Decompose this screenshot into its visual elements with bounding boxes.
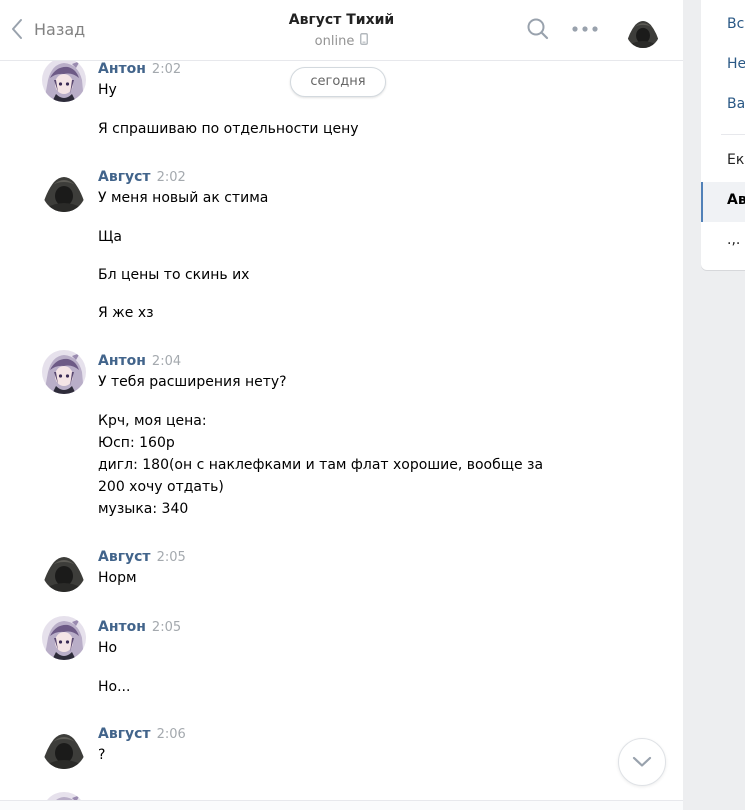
status-text: online <box>314 34 355 49</box>
message-header: Антон 2:04 <box>98 352 181 371</box>
chevron-down-icon <box>632 756 652 767</box>
composer-edge <box>0 800 683 810</box>
message-text: ? <box>98 747 106 763</box>
message-text: Я спрашиваю по отдельности цену <box>98 121 359 137</box>
author-name[interactable]: Август <box>98 549 151 565</box>
message-time[interactable]: 2:06 <box>157 727 186 742</box>
message-text: Но <box>98 640 118 656</box>
search-icon <box>527 18 549 40</box>
chat-panel: Назад Август Тихий online сегодня Антон … <box>0 0 683 810</box>
sidebar-item-unread[interactable]: Не <box>727 56 745 72</box>
message-time[interactable]: 2:02 <box>152 62 181 77</box>
scroll-down-button[interactable] <box>618 738 666 786</box>
active-item-indicator <box>701 182 703 222</box>
dialog-filter-panel: Вс Не Ва Ек Ав .,. <box>701 0 745 270</box>
message-header: Август 2:05 <box>98 548 186 567</box>
author-name[interactable]: Август <box>98 169 151 185</box>
message-text: Крч, моя цена: Юсп: 160р дигл: 180(он с … <box>98 413 544 517</box>
sidebar-divider <box>721 134 745 135</box>
online-status: online <box>315 32 369 52</box>
message-text: Ща <box>98 229 122 245</box>
message-header: Антон 2:05 <box>98 618 181 637</box>
avatar[interactable] <box>42 58 86 102</box>
sidebar-item-conversation[interactable]: Ек <box>727 152 744 168</box>
message-time[interactable]: 2:05 <box>157 550 186 565</box>
author-name[interactable]: Август <box>98 726 151 742</box>
sidebar-item-all[interactable]: Вс <box>727 16 744 32</box>
message-text: Но... <box>98 679 131 695</box>
message-text: У меня новый ак стима <box>98 190 269 206</box>
avatar[interactable] <box>42 548 86 592</box>
message-header: Август 2:06 <box>98 725 186 744</box>
mobile-phone-icon <box>360 32 369 52</box>
sidebar-item-current-conversation[interactable]: Ав <box>727 192 745 208</box>
message-text: Я же хз <box>98 305 154 321</box>
author-name[interactable]: Антон <box>98 61 146 77</box>
sidebar-item-important[interactable]: Ва <box>727 96 745 112</box>
author-name[interactable]: Антон <box>98 353 146 369</box>
header-avatar[interactable] <box>626 14 660 48</box>
message-header: Антон 2:02 <box>98 60 181 79</box>
author-name[interactable]: Антон <box>98 619 146 635</box>
date-separator: сегодня <box>290 67 386 97</box>
message-text: У тебя расширения нету? <box>98 374 287 390</box>
message-text: Бл цены то скинь их <box>98 267 250 283</box>
avatar[interactable] <box>42 616 86 660</box>
avatar[interactable] <box>42 350 86 394</box>
avatar[interactable] <box>42 168 86 212</box>
chat-header: Назад Август Тихий online <box>0 0 683 61</box>
message-text: Норм <box>98 570 137 586</box>
message-header: Август 2:02 <box>98 168 186 187</box>
more-dots-icon <box>572 26 598 32</box>
search-button[interactable] <box>526 17 550 45</box>
avatar[interactable] <box>42 725 86 769</box>
more-actions-button[interactable] <box>572 19 598 43</box>
message-time[interactable]: 2:02 <box>157 170 186 185</box>
message-time[interactable]: 2:04 <box>152 354 181 369</box>
message-time[interactable]: 2:05 <box>152 620 181 635</box>
sidebar-item-conversation[interactable]: .,. <box>727 232 740 248</box>
